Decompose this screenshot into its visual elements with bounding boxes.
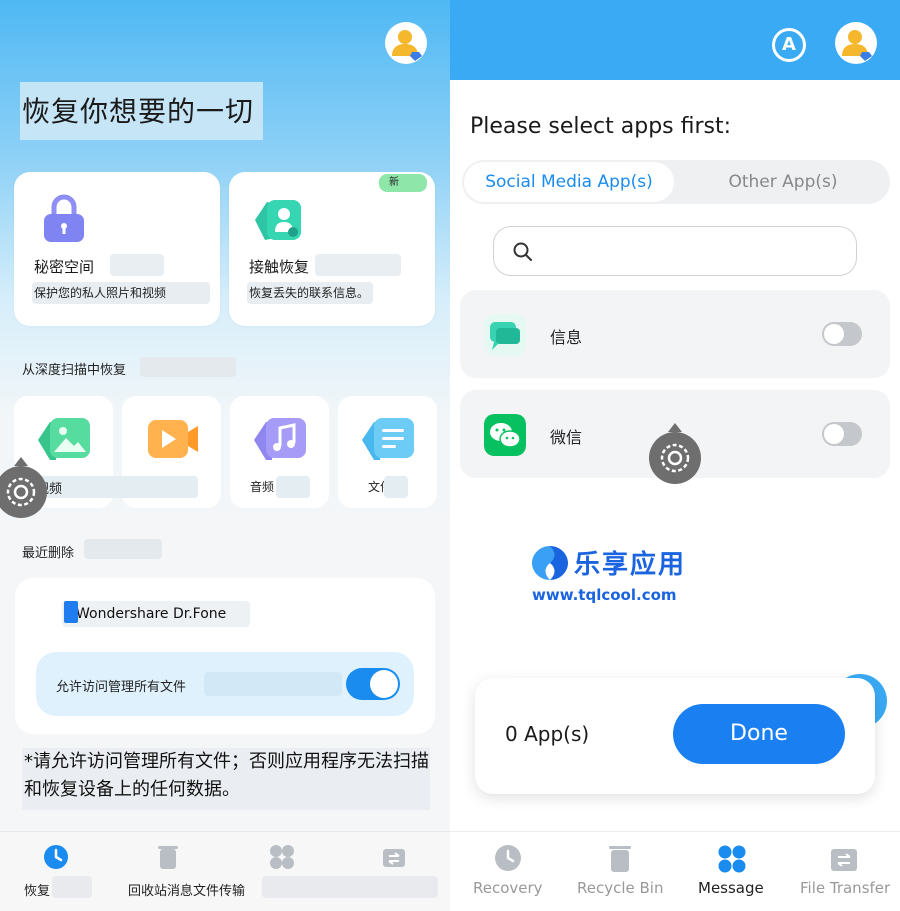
ghost-label xyxy=(84,539,162,559)
lock-icon xyxy=(44,194,84,242)
new-badge: 新 xyxy=(379,174,427,192)
bottom-nav: 恢复 回收站消息文件传输 xyxy=(0,831,450,911)
nav-label: 回收站消息文件传输 xyxy=(128,884,246,899)
search-icon xyxy=(513,242,532,261)
card-desc: 保护您的私人照片和视频 xyxy=(34,286,167,300)
nav-file-transfer[interactable] xyxy=(826,842,862,876)
permission-toggle[interactable] xyxy=(346,668,400,700)
floating-gear-button[interactable] xyxy=(649,423,701,484)
nav-label: Recycle Bin xyxy=(577,879,664,897)
nav-file-transfer[interactable] xyxy=(374,842,414,876)
deep-scan-heading: 从深度扫描中恢复 xyxy=(22,363,127,378)
nav-recycle-bin[interactable] xyxy=(602,842,638,876)
music-icon xyxy=(254,418,306,460)
a-circle-icon[interactable]: A xyxy=(772,28,806,62)
nav-recycle-bin[interactable] xyxy=(148,842,188,876)
folder-transfer-icon xyxy=(831,849,857,871)
bottom-nav: Recovery Recycle Bin Message File Transf… xyxy=(450,831,900,911)
gear-icon xyxy=(660,443,690,473)
ghost-label xyxy=(204,672,342,696)
permission-row[interactable]: 允许访问管理所有文件 xyxy=(36,652,414,716)
nav-recovery[interactable] xyxy=(490,842,526,876)
grid-icon xyxy=(270,845,294,869)
left-panel: 恢复你想要的一切 秘密空间 保护您的私人照片和视频 新 接触恢复 恢复丢失的联系… xyxy=(0,0,450,911)
avatar[interactable] xyxy=(385,22,427,64)
gear-icon xyxy=(6,477,36,507)
ghost-label xyxy=(52,876,92,898)
folder-transfer-icon xyxy=(383,849,405,867)
card-desc: 恢复丢失的联系信息。 xyxy=(249,286,370,300)
app-name: 信息 xyxy=(550,328,583,347)
nav-recovery[interactable] xyxy=(36,842,76,876)
ghost-label xyxy=(384,476,408,498)
ghost-label xyxy=(276,476,310,498)
select-title: Please select apps first: xyxy=(470,114,732,139)
ghost-label xyxy=(262,876,438,898)
search-input[interactable] xyxy=(493,226,857,276)
ghost-label xyxy=(315,254,401,276)
floating-gear-button[interactable] xyxy=(0,457,47,518)
permission-label: 允许访问管理所有文件 xyxy=(56,680,187,695)
trash-icon xyxy=(609,846,631,872)
nav-label: Recovery xyxy=(473,879,543,897)
recent-deleted-heading: 最近删除 xyxy=(22,546,75,561)
app-name: 微信 xyxy=(550,428,583,447)
app-select-panel: Please select apps first: Social Media A… xyxy=(450,80,900,831)
secret-space-card[interactable]: 秘密空间 保护您的私人照片和视频 xyxy=(14,172,220,326)
card-title: 接触恢复 xyxy=(249,258,310,276)
watermark-title: 乐享应用 xyxy=(574,550,687,580)
image-icon xyxy=(38,418,90,460)
recovery-clock-icon xyxy=(495,845,521,871)
user-avatar-icon xyxy=(392,30,422,61)
contact-icon xyxy=(255,200,301,240)
messages-icon xyxy=(484,314,526,356)
nav-message[interactable] xyxy=(714,842,750,876)
app-row-messages[interactable]: 信息 xyxy=(460,290,890,378)
warning-text: *请允许访问管理所有文件；否则应用程序无法扫描和恢复设备上的任何数据。 xyxy=(24,751,429,800)
document-icon xyxy=(362,418,414,460)
selected-count: 0 App(s) xyxy=(505,722,590,746)
tab-social-media[interactable]: Social Media App(s) xyxy=(464,162,674,202)
done-button[interactable]: Done xyxy=(673,704,845,764)
nav-label: 恢复 xyxy=(24,884,51,899)
recovery-clock-icon xyxy=(44,845,68,869)
avatar[interactable] xyxy=(835,22,877,64)
nav-label: Message xyxy=(698,879,764,897)
wechat-icon xyxy=(484,414,526,456)
watermark-logo-icon xyxy=(532,546,568,580)
drfone-logo-icon xyxy=(64,601,78,623)
video-icon xyxy=(148,420,198,458)
user-avatar-icon xyxy=(842,30,872,61)
selection-footer: 0 App(s) Done xyxy=(475,678,875,794)
header-bar: A xyxy=(450,0,900,80)
ghost-label xyxy=(140,357,236,377)
app-name: Wondershare Dr.Fone xyxy=(76,606,227,622)
right-panel: A Please select apps first: Social Media… xyxy=(450,0,900,911)
card-title: 秘密空间 xyxy=(34,258,95,276)
nav-message[interactable] xyxy=(262,842,302,876)
app-type-tabs: Social Media App(s) Other App(s) xyxy=(462,160,890,204)
trash-icon xyxy=(158,846,178,869)
ghost-label xyxy=(110,254,164,276)
app-toggle[interactable] xyxy=(822,322,862,346)
media-label: 音频 xyxy=(250,480,275,494)
app-toggle[interactable] xyxy=(822,422,862,446)
contact-recovery-card[interactable]: 新 接触恢复 恢复丢失的联系信息。 xyxy=(229,172,435,326)
tab-other-apps[interactable]: Other App(s) xyxy=(678,162,888,202)
app-chip: Wondershare Dr.Fone xyxy=(62,601,250,627)
permission-warning: *请允许访问管理所有文件；否则应用程序无法扫描和恢复设备上的任何数据。 xyxy=(22,748,430,810)
page-title: 恢复你想要的一切 xyxy=(20,82,263,140)
nav-label: File Transfer xyxy=(800,879,891,897)
grid-icon xyxy=(718,845,746,873)
watermark-url: www.tqlcool.com xyxy=(532,586,677,604)
